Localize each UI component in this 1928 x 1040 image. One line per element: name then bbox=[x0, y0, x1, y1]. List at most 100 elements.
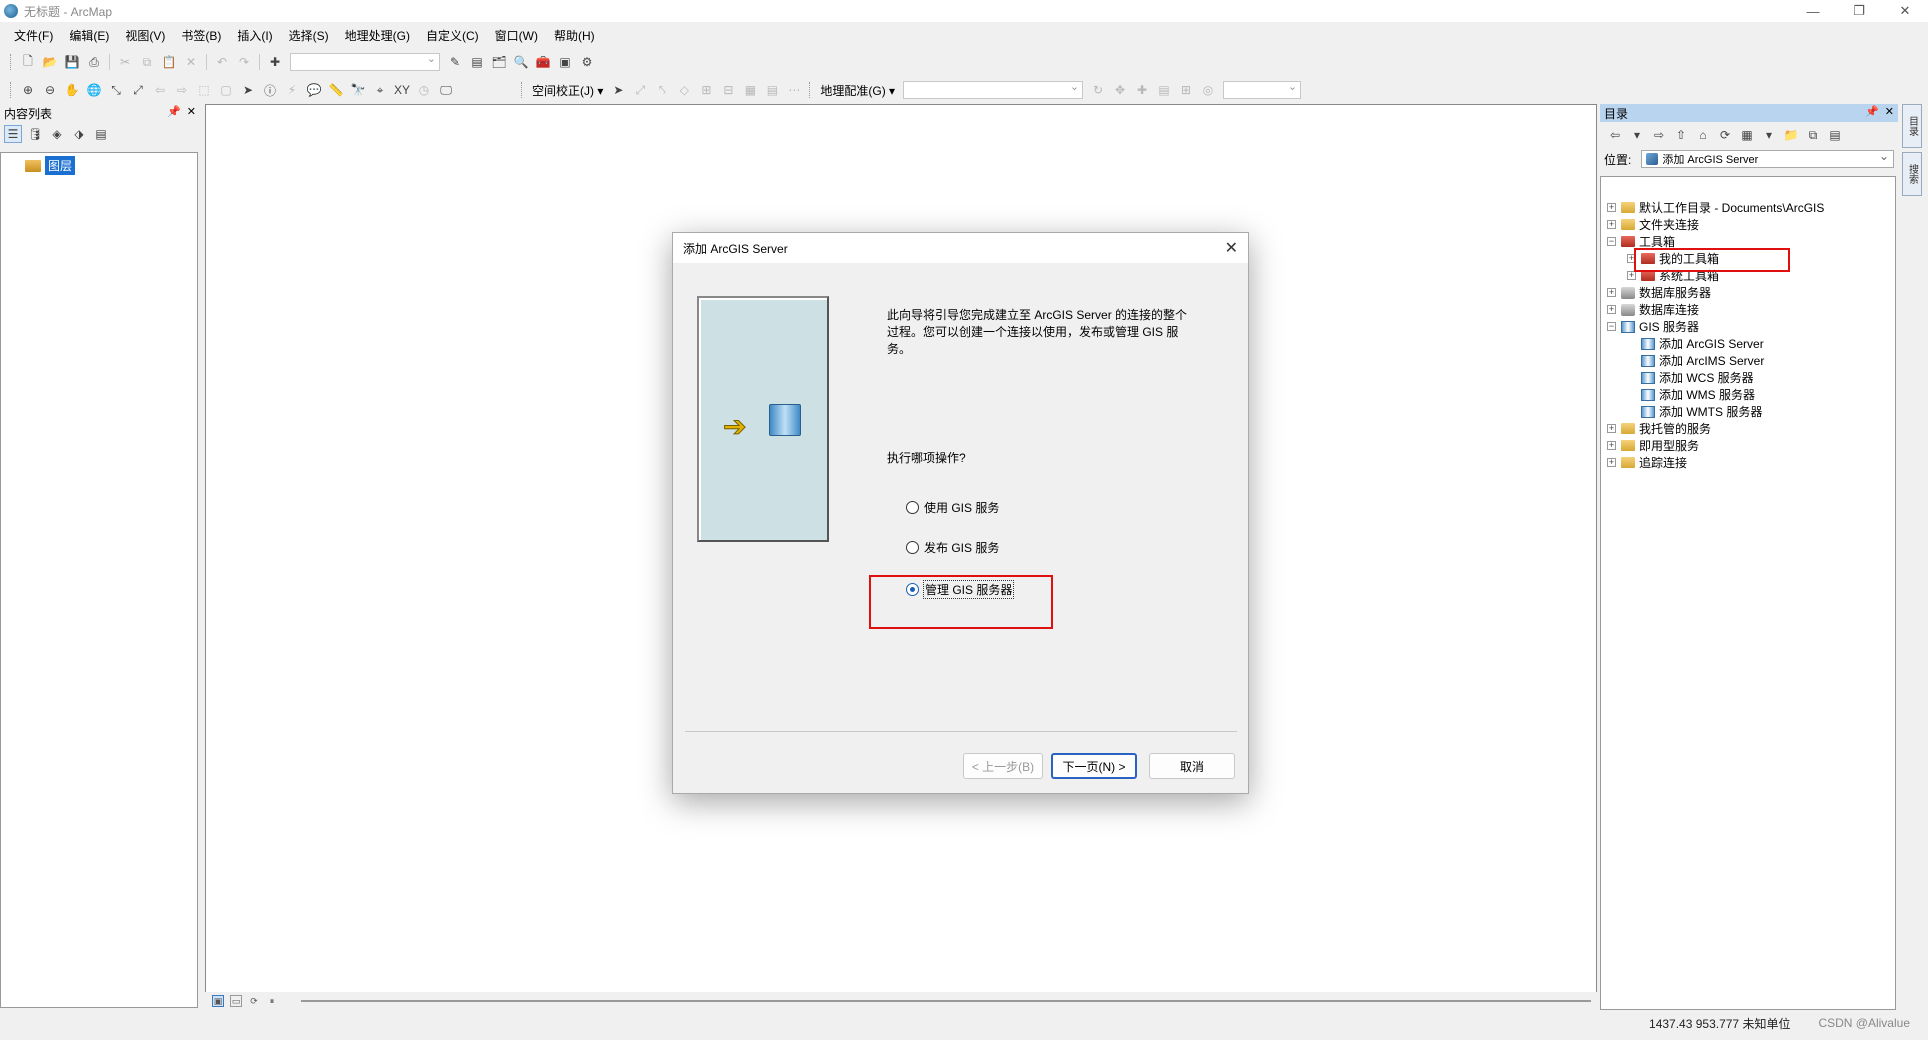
select-elements-icon[interactable]: ➤ bbox=[239, 81, 257, 99]
back-extent-icon[interactable]: ⇦ bbox=[151, 81, 169, 99]
tree-item[interactable]: + 默认工作目录 - Documents\ArcGIS bbox=[1607, 199, 1824, 216]
model-builder-icon[interactable]: ⚙ bbox=[578, 53, 596, 71]
table-of-contents-icon[interactable]: ▤ bbox=[468, 53, 486, 71]
open-icon[interactable]: 📂 bbox=[41, 53, 59, 71]
menu-bookmarks[interactable]: 书签(B) bbox=[173, 27, 229, 44]
spatial-adjustment-menu[interactable]: 空间校正(J) ▾ bbox=[532, 82, 603, 99]
tree-expander[interactable]: − bbox=[1607, 237, 1616, 246]
view-link-table-icon[interactable]: ▤ bbox=[1155, 81, 1173, 99]
refresh-icon[interactable]: ⟳ bbox=[248, 995, 260, 1007]
pin-icon[interactable]: 📌 bbox=[167, 105, 181, 118]
clear-selection-icon[interactable]: ▢ bbox=[217, 81, 235, 99]
auto-registration-icon[interactable]: ⊞ bbox=[1177, 81, 1195, 99]
layout-view-icon[interactable]: ▭ bbox=[230, 995, 242, 1007]
menu-windows[interactable]: 窗口(W) bbox=[487, 27, 546, 44]
refresh-icon[interactable]: ⟳ bbox=[1716, 126, 1734, 144]
python-window-icon[interactable]: ▣ bbox=[556, 53, 574, 71]
modify-link-icon[interactable]: ⤣ bbox=[653, 81, 671, 99]
tree-item[interactable]: + 追踪连接 bbox=[1607, 454, 1687, 471]
hyperlink-icon[interactable]: ⚡ bbox=[283, 81, 301, 99]
shift-icon[interactable]: ✥ bbox=[1111, 81, 1129, 99]
rotate-icon[interactable]: ↻ bbox=[1089, 81, 1107, 99]
forward-icon[interactable]: ⇨ bbox=[1650, 126, 1668, 144]
georef-layer-combo[interactable] bbox=[903, 80, 1084, 99]
tree-expander[interactable]: + bbox=[1627, 271, 1636, 280]
view-link-table-icon[interactable]: ▤ bbox=[763, 81, 781, 99]
connect-folder-icon[interactable]: 📁 bbox=[1782, 126, 1800, 144]
viewer-window-icon[interactable]: 🖵 bbox=[437, 81, 455, 99]
tree-item[interactable]: 添加 ArcIMS Server bbox=[1627, 352, 1764, 369]
limited-adjust-icon[interactable]: ⊟ bbox=[719, 81, 737, 99]
add-control-points-icon[interactable]: ✚ bbox=[1133, 81, 1151, 99]
measure-icon[interactable]: 📏 bbox=[327, 81, 345, 99]
edge-match-icon[interactable]: ⋯ bbox=[785, 81, 803, 99]
tree-item[interactable]: + 即用型服务 bbox=[1607, 437, 1699, 454]
find-icon[interactable]: 🔭 bbox=[349, 81, 367, 99]
dock-tab-catalog[interactable]: 目录 bbox=[1902, 104, 1922, 148]
print-icon[interactable]: ⎙ bbox=[85, 53, 103, 71]
html-popup-icon[interactable]: 💬 bbox=[305, 81, 323, 99]
save-icon[interactable]: 💾 bbox=[63, 53, 81, 71]
tree-item[interactable]: − GIS 服务器 bbox=[1607, 318, 1699, 335]
tree-expander[interactable]: + bbox=[1607, 424, 1616, 433]
options-icon[interactable]: ▤ bbox=[1826, 126, 1844, 144]
full-extent-icon[interactable]: 🌐 bbox=[85, 81, 103, 99]
toolbar-grip[interactable] bbox=[521, 82, 524, 98]
home-icon[interactable]: ⌂ bbox=[1694, 126, 1712, 144]
views-dropdown-icon[interactable]: ▾ bbox=[1760, 126, 1778, 144]
menu-help[interactable]: 帮助(H) bbox=[546, 27, 603, 44]
menu-view[interactable]: 视图(V) bbox=[117, 27, 173, 44]
forward-extent-icon[interactable]: ⇨ bbox=[173, 81, 191, 99]
tree-expander[interactable]: + bbox=[1607, 203, 1616, 212]
tree-item[interactable]: + 我托管的服务 bbox=[1607, 420, 1711, 437]
tree-item[interactable]: 添加 WMS 服务器 bbox=[1627, 386, 1755, 403]
pan-icon[interactable]: ✋ bbox=[63, 81, 81, 99]
pause-drawing-icon[interactable]: ⏸ bbox=[266, 995, 278, 1007]
find-route-icon[interactable]: ⌖ bbox=[371, 81, 389, 99]
up-one-level-icon[interactable]: ⇧ bbox=[1672, 126, 1690, 144]
layers-label[interactable]: 图层 bbox=[45, 156, 76, 175]
select-elements-icon[interactable]: ➤ bbox=[609, 81, 627, 99]
tree-expander[interactable]: + bbox=[1607, 220, 1616, 229]
list-by-selection-icon[interactable]: ⬗ bbox=[70, 125, 88, 143]
fixed-zoom-in-icon[interactable]: ⤡ bbox=[107, 81, 125, 99]
list-by-source-icon[interactable]: 🛢 bbox=[26, 125, 44, 143]
close-window-button[interactable]: ✕ bbox=[1882, 0, 1928, 22]
option-publish-gis-services[interactable]: 发布 GIS 服务 bbox=[906, 539, 999, 556]
search-window-icon[interactable]: 🔍 bbox=[512, 53, 530, 71]
zoom-in-icon[interactable]: ⊕ bbox=[19, 81, 37, 99]
viewer-icon[interactable]: ◎ bbox=[1199, 81, 1217, 99]
dock-tab-search[interactable]: 搜索 bbox=[1902, 152, 1922, 196]
menu-insert[interactable]: 插入(I) bbox=[229, 27, 280, 44]
redo-icon[interactable]: ↷ bbox=[235, 53, 253, 71]
cancel-button[interactable]: 取消 bbox=[1149, 753, 1235, 779]
toggle-contents-icon[interactable]: ⧉ bbox=[1804, 126, 1822, 144]
tree-item[interactable]: 添加 WCS 服务器 bbox=[1627, 369, 1754, 386]
new-document-icon[interactable]: 🗋 bbox=[19, 53, 37, 71]
layers-node[interactable]: 图层 bbox=[25, 156, 76, 175]
back-icon[interactable]: ⇦ bbox=[1606, 126, 1624, 144]
minimize-button[interactable]: — bbox=[1790, 0, 1836, 22]
map-scale-combo[interactable] bbox=[290, 52, 440, 71]
menu-file[interactable]: 文件(F) bbox=[6, 27, 61, 44]
tree-expander[interactable]: + bbox=[1607, 288, 1616, 297]
toolbar-grip[interactable] bbox=[809, 82, 812, 98]
radio-button[interactable] bbox=[906, 541, 919, 554]
multiple-displacement-icon[interactable]: ◇ bbox=[675, 81, 693, 99]
menu-geoprocessing[interactable]: 地理处理(G) bbox=[337, 27, 418, 44]
back-dropdown-icon[interactable]: ▾ bbox=[1628, 126, 1646, 144]
close-icon[interactable]: ✕ bbox=[187, 105, 196, 118]
identify-icon[interactable]: ⓘ bbox=[261, 81, 279, 99]
tree-expander[interactable]: + bbox=[1607, 305, 1616, 314]
toolbar-grip[interactable] bbox=[10, 54, 13, 70]
close-icon[interactable]: ✕ bbox=[1885, 105, 1894, 118]
menu-selection[interactable]: 选择(S) bbox=[281, 27, 337, 44]
time-slider-icon[interactable]: ◷ bbox=[415, 81, 433, 99]
radio-button[interactable] bbox=[906, 501, 919, 514]
tree-item[interactable]: 添加 ArcGIS Server bbox=[1627, 335, 1764, 352]
georeferencing-menu[interactable]: 地理配准(G) ▾ bbox=[820, 82, 895, 99]
tree-item[interactable]: + 数据库服务器 bbox=[1607, 284, 1711, 301]
back-button[interactable]: < 上一步(B) bbox=[963, 753, 1043, 779]
toolbar-grip[interactable] bbox=[10, 82, 13, 98]
add-data-icon[interactable]: ✚ bbox=[266, 53, 284, 71]
